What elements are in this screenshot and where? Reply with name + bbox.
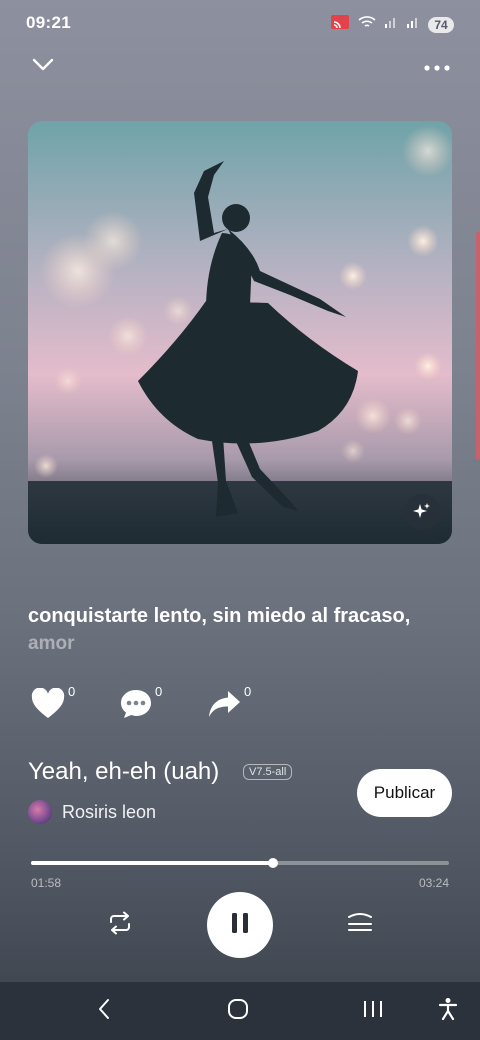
signal-icon xyxy=(384,15,398,34)
repeat-icon xyxy=(106,911,134,940)
share-count: 0 xyxy=(244,684,252,699)
comment-icon xyxy=(119,688,153,725)
song-title: Yeah, eh-eh (uah) xyxy=(28,758,220,785)
total-time: 03:24 xyxy=(418,876,449,890)
queue-button[interactable] xyxy=(340,905,380,945)
share-icon xyxy=(206,688,242,725)
chevron-left-icon xyxy=(97,998,111,1025)
heart-icon xyxy=(30,687,66,725)
current-lyric: conquistarte lento, sin miedo al fracaso… xyxy=(28,605,411,627)
home-icon xyxy=(227,998,249,1025)
pause-icon xyxy=(230,912,250,939)
side-edge-strip xyxy=(476,232,480,460)
accessibility-icon xyxy=(438,997,458,1026)
progress-track[interactable] xyxy=(31,858,449,868)
comment-action[interactable]: 0 xyxy=(119,684,162,725)
nav-home-button[interactable] xyxy=(208,982,268,1040)
more-options-button[interactable] xyxy=(419,51,455,83)
publish-button[interactable]: Publicar xyxy=(357,769,452,817)
pause-button[interactable] xyxy=(207,892,273,958)
queue-icon xyxy=(347,912,373,939)
chevron-down-icon xyxy=(32,58,54,77)
ai-info-button[interactable] xyxy=(404,494,440,530)
wifi-icon xyxy=(358,15,376,34)
nav-back-button[interactable] xyxy=(74,982,134,1040)
system-nav-bar xyxy=(0,982,480,1040)
battery-icon: 74 xyxy=(428,16,454,33)
avatar[interactable] xyxy=(28,800,52,824)
collapse-button[interactable] xyxy=(25,51,61,83)
cast-icon xyxy=(330,14,350,35)
nav-recents-button[interactable] xyxy=(343,982,403,1040)
share-action[interactable]: 0 xyxy=(206,684,251,725)
repeat-button[interactable] xyxy=(100,905,140,945)
next-lyric: amor xyxy=(28,633,75,651)
signal-icon xyxy=(406,15,420,34)
album-artwork xyxy=(28,121,452,544)
status-time: 09:21 xyxy=(26,13,71,32)
artist-name[interactable]: Rosiris leon xyxy=(62,802,156,823)
comment-count: 0 xyxy=(155,684,163,699)
recents-icon xyxy=(362,999,384,1024)
like-count: 0 xyxy=(68,684,76,699)
progress-thumb[interactable] xyxy=(268,858,279,868)
more-horizontal-icon xyxy=(424,58,450,76)
progress-fill xyxy=(31,861,274,865)
elapsed-time: 01:58 xyxy=(31,876,62,890)
sparkle-icon xyxy=(412,502,432,522)
like-action[interactable]: 0 xyxy=(30,684,75,725)
version-badge: V7.5-all xyxy=(243,764,293,780)
status-icons: 74 xyxy=(330,14,454,35)
nav-accessibility-button[interactable] xyxy=(418,982,478,1040)
